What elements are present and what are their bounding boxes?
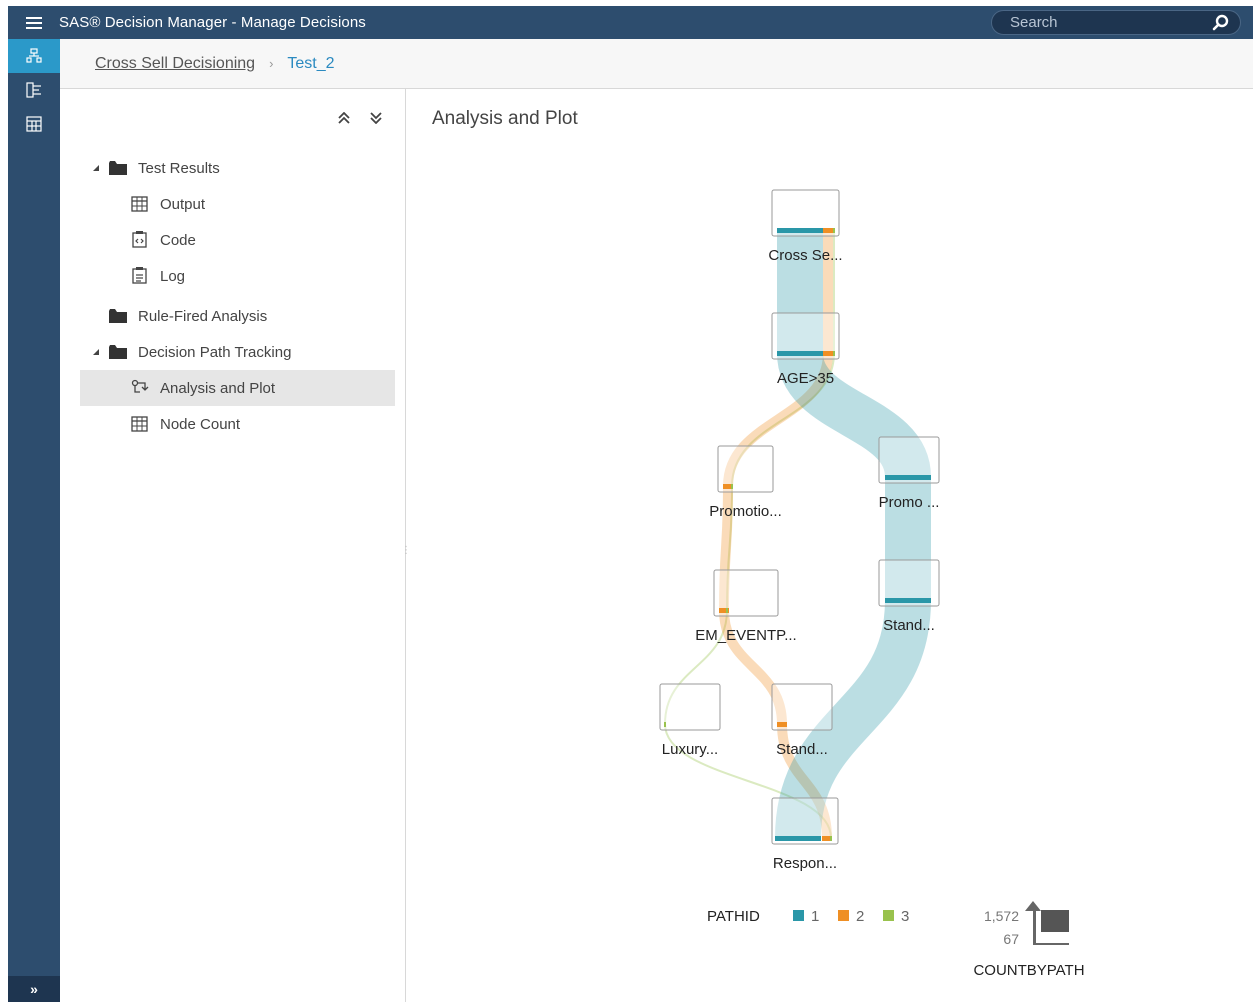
legend-entry-label: 2	[856, 908, 864, 925]
table-icon	[131, 416, 148, 432]
node-bar-path-1	[775, 836, 821, 841]
app-header: SAS® Decision Manager - Manage Decisions	[8, 6, 1253, 39]
menu-icon[interactable]	[8, 6, 59, 39]
node-bar-path-3	[833, 351, 835, 356]
legend-swatch	[883, 910, 894, 921]
rail-rulesets-icon[interactable]	[8, 73, 60, 107]
node-label: Stand...	[883, 617, 935, 634]
node-bar-path-3	[833, 228, 835, 233]
expand-rail-icon[interactable]: »	[8, 976, 60, 1002]
decision-path-sankey: Cross Se... AGE>35 Promotio... Promo ... EM_…	[659, 189, 1085, 979]
node-label: Luxury...	[662, 741, 718, 758]
node-label: Respon...	[773, 855, 837, 872]
node-box[interactable]	[659, 683, 721, 731]
node-bar-path-2	[823, 351, 833, 356]
node-bar-path-3	[731, 484, 733, 489]
legend-swatch	[838, 910, 849, 921]
folder-icon	[109, 345, 127, 359]
tree-item-label: Rule-Fired Analysis	[138, 307, 268, 325]
tree-item-label: Node Count	[160, 415, 241, 433]
legend-entry-label: 3	[901, 908, 909, 925]
main-panel: Analysis and Plot Cross Se... AGE>35 Promo…	[407, 89, 1253, 1002]
node-bar-path-3	[664, 722, 666, 727]
tree-item-output[interactable]: Output	[80, 186, 395, 222]
node-label: EM_EVENTP...	[695, 627, 796, 644]
tree-item-log[interactable]: Log	[80, 258, 395, 294]
node-bar-path-1	[777, 228, 823, 233]
tree-item-rule-fired-analysis[interactable]: Rule-Fired Analysis	[80, 298, 395, 334]
search-icon[interactable]	[1212, 14, 1230, 32]
size-legend-swatch	[1041, 910, 1069, 932]
node-bar-path-3	[726, 608, 728, 613]
node-bar-path-1	[777, 351, 823, 356]
size-legend-min: 67	[1003, 931, 1019, 947]
node-label: AGE>35	[777, 370, 834, 387]
tree-item-label: Test Results	[138, 159, 220, 177]
tree-item-label: Decision Path Tracking	[138, 343, 292, 361]
tree-toolbar	[335, 109, 385, 127]
tree-item-decision-path-tracking[interactable]: Decision Path Tracking	[80, 334, 395, 370]
tree-item-analysis-and-plot[interactable]: Analysis and Plot	[80, 370, 395, 406]
tree-item-label: Log	[160, 267, 186, 285]
expanded-triangle-icon[interactable]	[91, 347, 101, 357]
node-bar-path-2	[823, 228, 833, 233]
collapse-all-icon[interactable]	[335, 109, 353, 127]
size-legend-max: 1,572	[984, 908, 1019, 924]
breadcrumb-parent-link[interactable]: Cross Sell Decisioning	[95, 55, 255, 73]
node-label: Promo ...	[879, 494, 940, 511]
navigation-tree: Test Results Output Code Log Rule-Fired …	[60, 89, 406, 1002]
breadcrumb-separator: ›	[269, 56, 274, 71]
folder-icon	[109, 161, 127, 175]
node-bar-path-1	[885, 598, 931, 603]
legend-swatch	[793, 910, 804, 921]
tree-item-node-count[interactable]: Node Count	[80, 406, 395, 442]
app-title: SAS® Decision Manager - Manage Decisions	[59, 14, 366, 31]
left-rail: »	[8, 39, 60, 1002]
breadcrumb-current[interactable]: Test_2	[287, 55, 334, 73]
legend-title: PATHID	[707, 908, 760, 925]
node-label: Promotio...	[709, 503, 782, 520]
node-bar-path-1	[885, 475, 931, 480]
rail-data-icon[interactable]	[8, 107, 60, 141]
size-legend-title: COUNTBYPATH	[973, 962, 1084, 979]
search-box	[991, 10, 1241, 35]
code-icon	[132, 231, 147, 248]
expand-all-icon[interactable]	[367, 109, 385, 127]
tree-item-label: Code	[160, 231, 196, 249]
node-bar-path-3	[830, 836, 832, 841]
expanded-triangle-icon[interactable]	[91, 163, 101, 173]
node-bar-path-2	[777, 722, 787, 727]
tree-item-test-results[interactable]: Test Results	[80, 150, 395, 186]
folder-icon	[109, 309, 127, 323]
node-label: Cross Se...	[768, 247, 842, 264]
node-label: Stand...	[776, 741, 828, 758]
tree-item-label: Output	[160, 195, 206, 213]
tree-item-label: Analysis and Plot	[160, 379, 276, 397]
table-icon	[131, 196, 148, 212]
log-icon	[132, 267, 147, 284]
path-icon	[131, 379, 149, 393]
search-input[interactable]	[1010, 14, 1200, 31]
breadcrumb: Cross Sell Decisioning › Test_2	[60, 39, 1253, 89]
tree-item-code[interactable]: Code	[80, 222, 395, 258]
rail-decisions-icon[interactable]	[8, 39, 60, 73]
legend-entry-label: 1	[811, 908, 819, 925]
